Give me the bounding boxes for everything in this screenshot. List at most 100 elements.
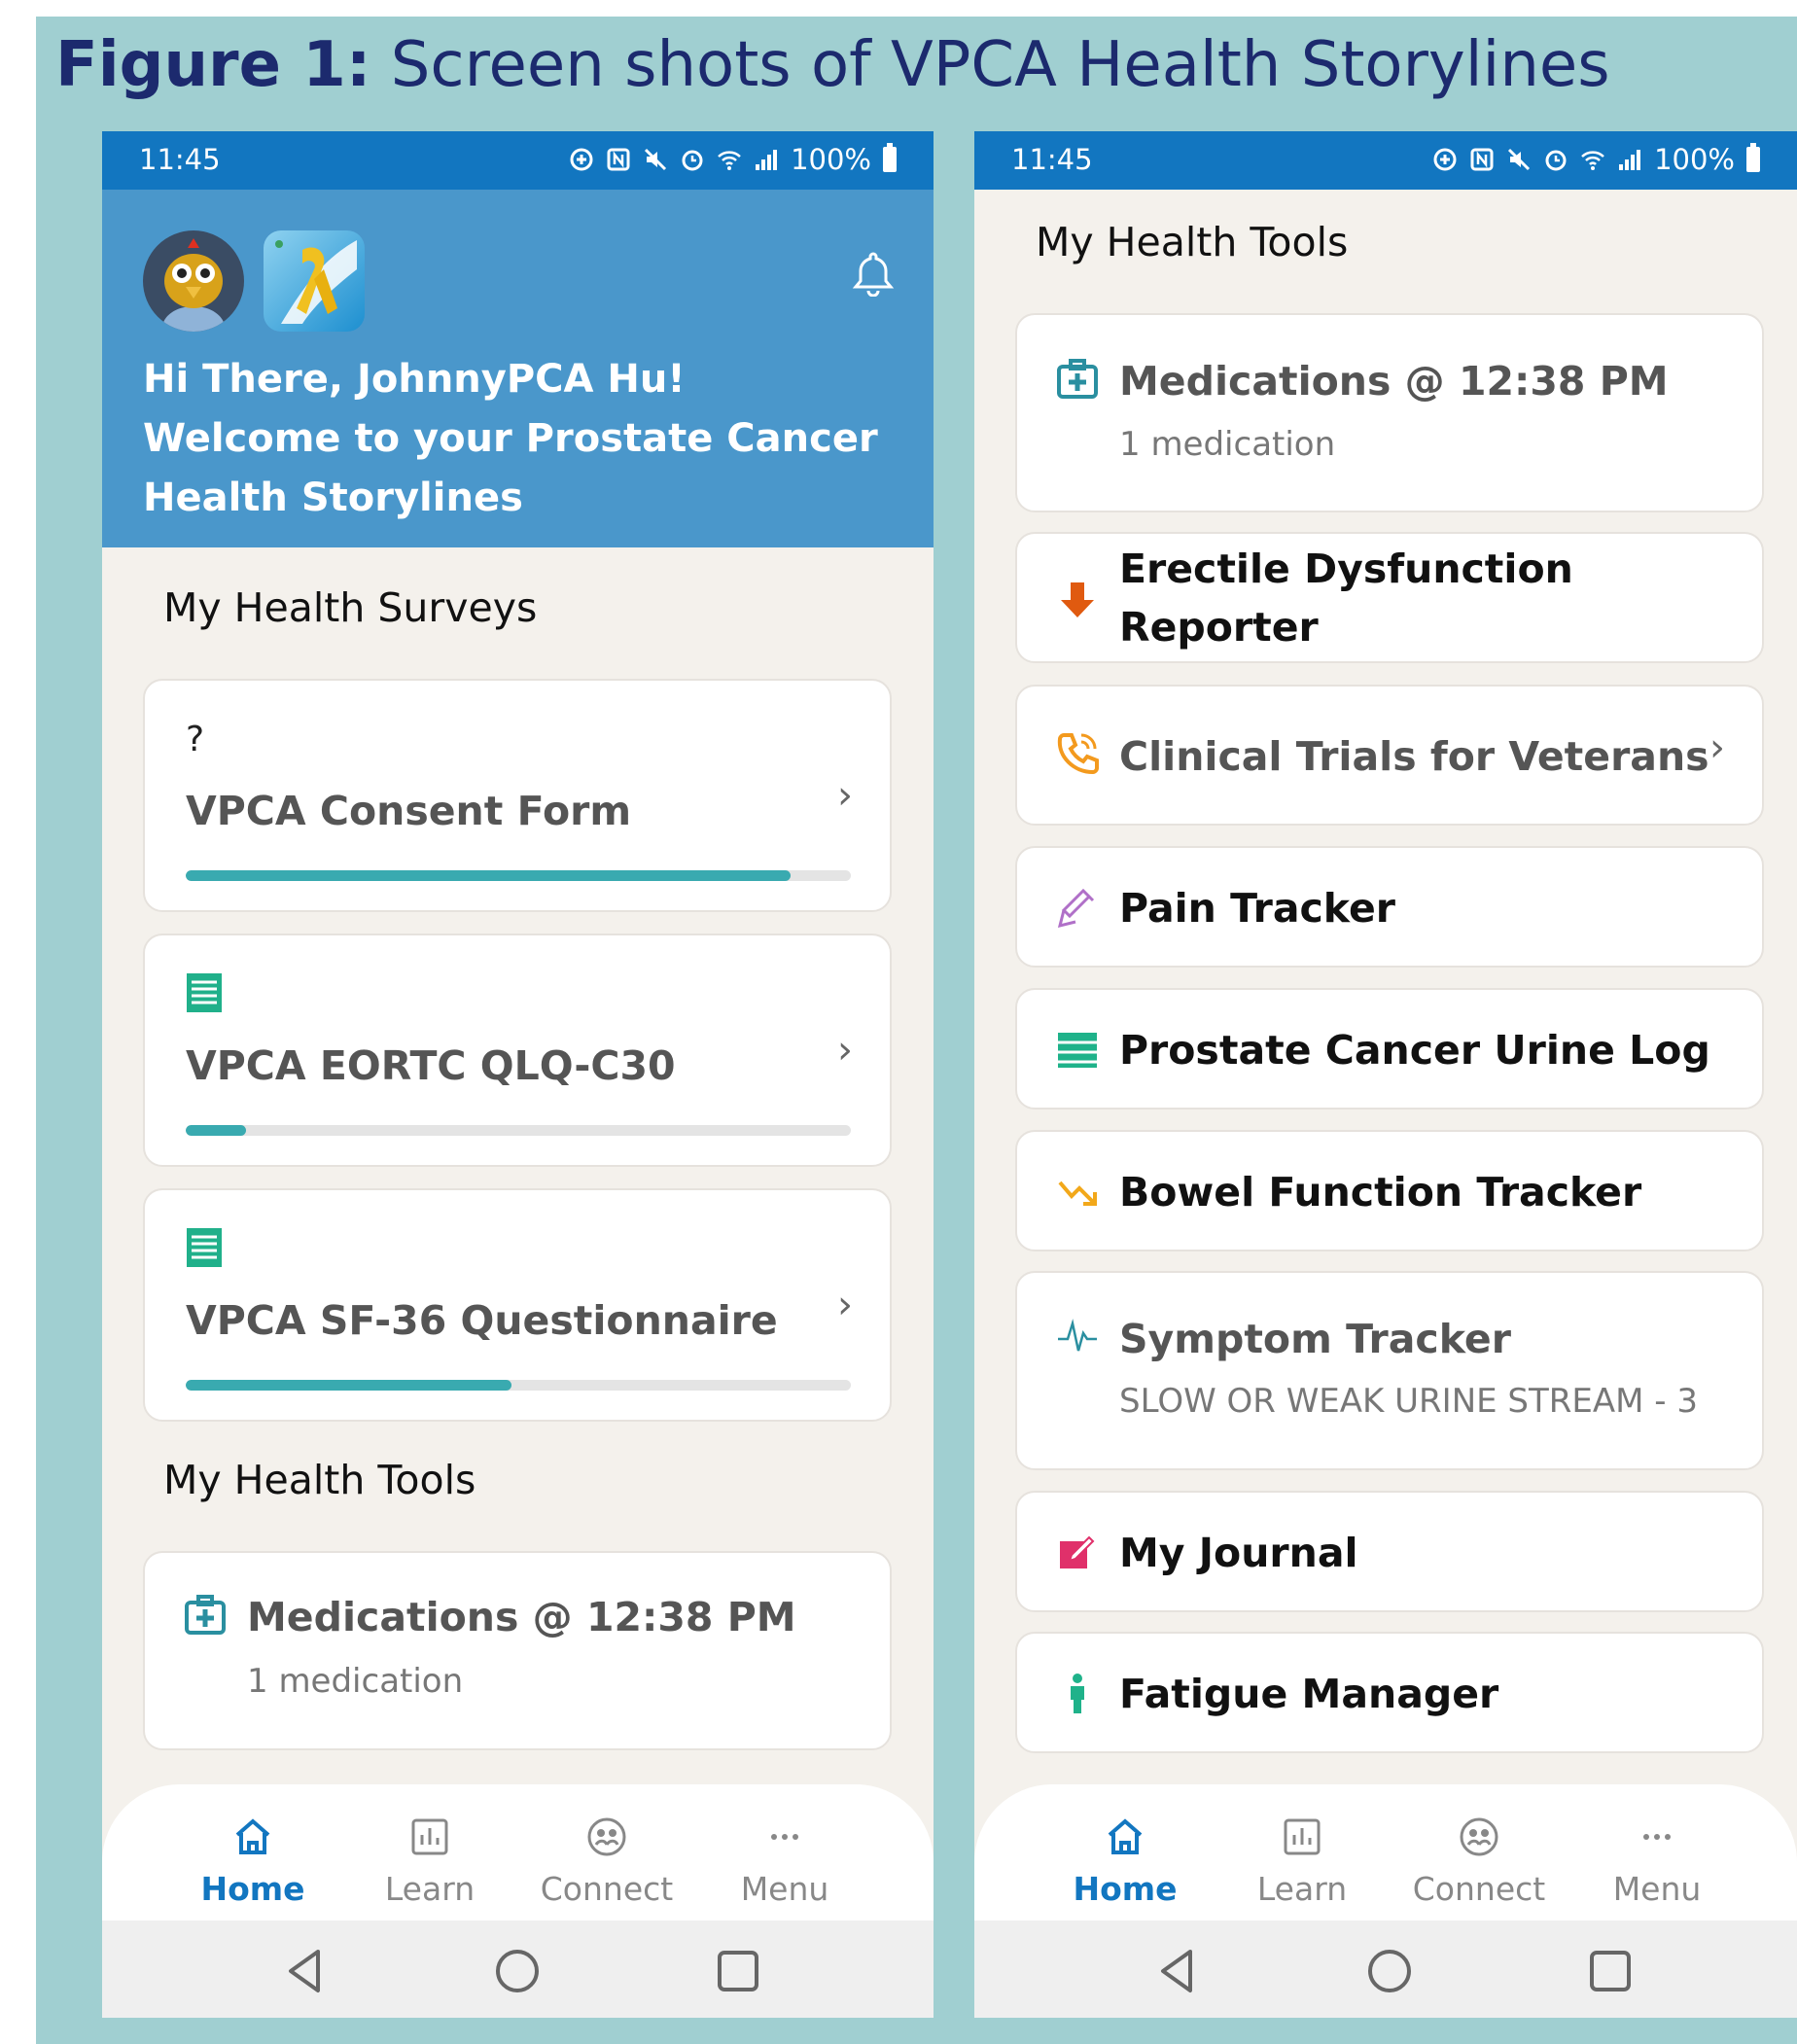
medical-kit-icon (185, 1595, 226, 1635)
tool-card-symptom-tracker[interactable]: Symptom Tracker SLOW OR WEAK URINE STREA… (1015, 1271, 1764, 1470)
back-icon[interactable] (1149, 1942, 1208, 2000)
welcome-message: Hi There, JohnnyPCA Hu! Welcome to your … (143, 350, 878, 528)
more-icon (1643, 1834, 1671, 1840)
pulse-icon (1058, 1319, 1097, 1352)
tab-label: Connect (1412, 1870, 1546, 1908)
tool-card-pain-tracker[interactable]: Pain Tracker (1015, 846, 1764, 968)
tool-title: Medications @ 12:38 PM (1119, 358, 1669, 405)
signal-icon (1619, 150, 1641, 170)
mute-icon (1508, 148, 1531, 171)
survey-card-eortc[interactable]: VPCA EORTC QLQ-C30 › (143, 934, 892, 1167)
data-saver-icon (570, 148, 593, 171)
data-saver-icon (1433, 148, 1457, 171)
survey-label: VPCA Consent Form (186, 788, 632, 834)
phone-icon (1057, 733, 1099, 774)
tab-label: Home (1073, 1870, 1178, 1908)
journal-icon (1060, 1535, 1095, 1568)
health-tools-title: My Health Tools (1036, 219, 1349, 265)
tool-title-line-2: Reporter (1119, 604, 1319, 651)
tool-card-my-journal[interactable]: My Journal (1015, 1491, 1764, 1612)
survey-card-consent[interactable]: ? VPCA Consent Form › (143, 679, 892, 912)
survey-progress-fill (186, 1380, 512, 1391)
tool-card-fatigue-manager[interactable]: Fatigue Manager (1015, 1632, 1764, 1753)
health-tools-title: My Health Tools (163, 1457, 476, 1503)
recents-icon[interactable] (709, 1942, 767, 2000)
notification-bell-icon[interactable] (852, 250, 895, 297)
home-icon (235, 1818, 270, 1854)
tab-label: Learn (1256, 1870, 1348, 1908)
person-icon (1071, 1674, 1084, 1713)
down-arrow-icon (1061, 582, 1094, 617)
figure-label: Figure 1: (55, 29, 371, 101)
status-time: 11:45 (1011, 143, 1093, 176)
wifi-icon (1581, 151, 1604, 170)
chart-icon (411, 1818, 448, 1855)
recents-icon[interactable] (1581, 1942, 1639, 2000)
connect-icon (587, 1817, 626, 1856)
welcome-header: Hi There, JohnnyPCA Hu! Welcome to your … (102, 190, 934, 547)
right-phone-screen: 11:45 100% My Health Tools Medications @… (974, 131, 1797, 2018)
survey-label: VPCA EORTC QLQ-C30 (186, 1042, 676, 1089)
tab-label: Menu (1612, 1870, 1702, 1908)
more-icon (771, 1834, 798, 1840)
tool-card-medications[interactable]: Medications @ 12:38 PM 1 medication (143, 1551, 892, 1750)
ribbon-icon (275, 240, 357, 324)
figure-title: Figure 1: Screen shots of VPCA Health St… (55, 21, 1610, 109)
tab-label: Menu (740, 1870, 829, 1908)
survey-progress-bar (186, 870, 851, 881)
health-surveys-title: My Health Surveys (163, 584, 538, 631)
tool-title: Fatigue Manager (1119, 1671, 1499, 1717)
tab-label: Learn (384, 1870, 476, 1908)
status-time: 11:45 (139, 143, 221, 176)
tool-card-medications[interactable]: Medications @ 12:38 PM 1 medication (1015, 313, 1764, 512)
syringe-icon (1057, 888, 1095, 929)
document-icon (187, 973, 222, 1012)
figure-caption: Screen shots of VPCA Health Storylines (390, 29, 1610, 101)
back-icon[interactable] (277, 1942, 335, 2000)
greeting-line-2: Welcome to your Prostate Cancer (143, 416, 878, 461)
battery-percent: 100% (1654, 143, 1735, 176)
list-icon (1058, 1033, 1097, 1068)
avatar[interactable] (143, 230, 244, 332)
tool-subtitle: 1 medication (1119, 425, 1336, 464)
nfc-icon (1470, 148, 1494, 171)
survey-card-sf36[interactable]: VPCA SF-36 Questionnaire › (143, 1188, 892, 1422)
survey-label: VPCA SF-36 Questionnaire (186, 1297, 778, 1344)
question-icon: ? (186, 720, 205, 759)
tool-title: Medications @ 12:38 PM (247, 1594, 796, 1640)
tool-card-bowel-function[interactable]: Bowel Function Tracker (1015, 1130, 1764, 1251)
battery-icon (1746, 143, 1760, 172)
chart-icon (1284, 1818, 1321, 1855)
tool-title: Symptom Tracker (1119, 1316, 1511, 1362)
home-circle-icon[interactable] (488, 1942, 546, 2000)
survey-progress-bar (186, 1125, 851, 1136)
tool-title: My Journal (1119, 1530, 1358, 1576)
survey-progress-bar (186, 1380, 851, 1391)
tool-subtitle: 1 medication (247, 1662, 464, 1701)
android-nav-bar (102, 1921, 934, 2018)
battery-icon (883, 143, 897, 172)
bird-avatar-icon (162, 238, 225, 332)
status-bar: 11:45 100% (102, 131, 934, 190)
tool-card-erectile-dysfunction[interactable]: Erectile Dysfunction Reporter (1015, 532, 1764, 663)
tool-title: Bowel Function Tracker (1119, 1169, 1642, 1216)
wifi-icon (718, 151, 741, 170)
home-circle-icon[interactable] (1360, 1942, 1419, 2000)
survey-progress-fill (186, 1125, 246, 1136)
chevron-right-icon: › (837, 1028, 853, 1073)
medical-kit-icon (1057, 359, 1098, 399)
greeting-line-3: Health Storylines (143, 476, 523, 520)
battery-percent: 100% (791, 143, 871, 176)
chevron-right-icon: › (1709, 725, 1725, 770)
trend-down-icon (1058, 1181, 1097, 1206)
status-icons: 100% (1432, 143, 1760, 176)
tool-title: Clinical Trials for Veterans (1119, 733, 1709, 780)
status-bar: 11:45 100% (974, 131, 1797, 190)
app-logo (264, 230, 365, 332)
tool-card-urine-log[interactable]: Prostate Cancer Urine Log (1015, 988, 1764, 1110)
tool-title: Prostate Cancer Urine Log (1119, 1027, 1710, 1074)
tool-card-clinical-trials[interactable]: Clinical Trials for Veterans › (1015, 685, 1764, 826)
survey-progress-fill (186, 870, 792, 881)
tool-title: Erectile Dysfunction Reporter (1119, 540, 1573, 656)
home-icon (1108, 1818, 1143, 1854)
